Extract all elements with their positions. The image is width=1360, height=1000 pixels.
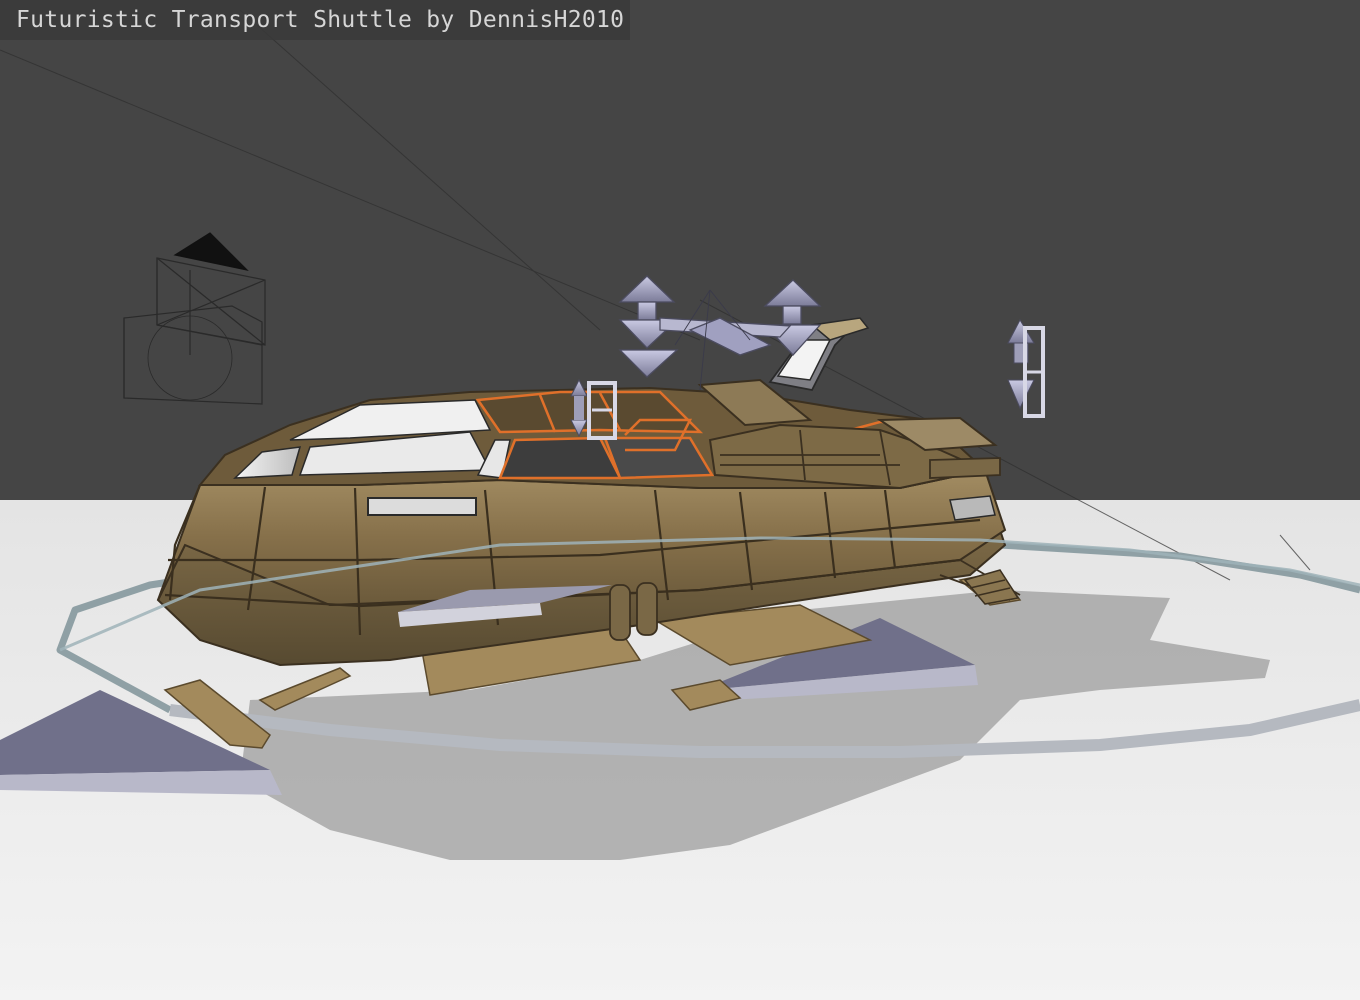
viewport-title: Futuristic Transport Shuttle by DennisH2…	[0, 0, 631, 40]
3d-viewport[interactable]: Futuristic Transport Shuttle by DennisH2…	[0, 0, 1360, 1000]
render-scene[interactable]	[0, 0, 1360, 1000]
